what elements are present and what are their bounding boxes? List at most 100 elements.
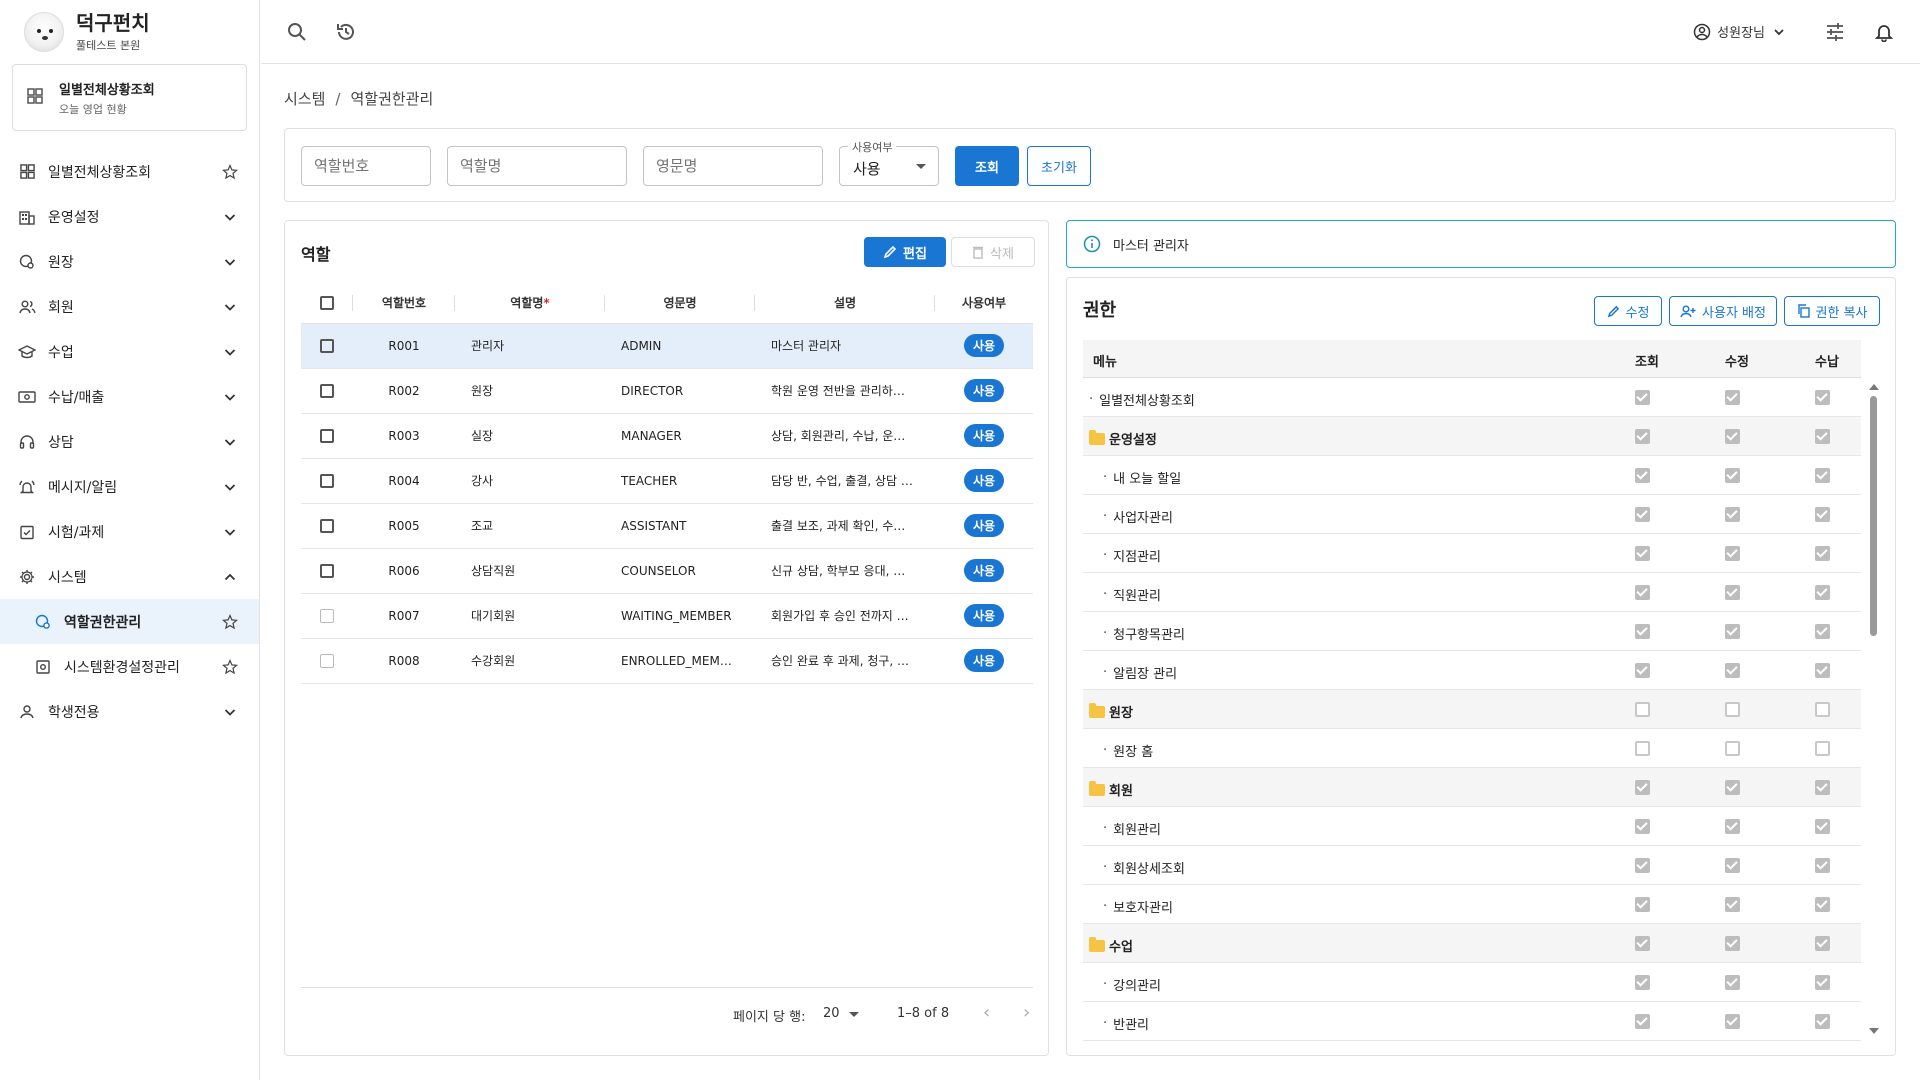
search-button[interactable]: 조회 xyxy=(955,146,1019,186)
table-row[interactable]: R002 원장 DIRECTOR 학원 운영 전반을 관리하… 사용 xyxy=(301,368,1033,414)
edit-checkbox[interactable] xyxy=(1725,429,1740,444)
pay-checkbox[interactable] xyxy=(1815,702,1830,717)
edit-checkbox[interactable] xyxy=(1725,1014,1740,1029)
table-row[interactable]: R006 상담직원 COUNSELOR 신규 상담, 학부모 응대, … 사용 xyxy=(301,548,1033,594)
sidebar-item[interactable]: 수업 xyxy=(0,329,259,374)
tune-icon[interactable] xyxy=(1823,20,1847,44)
sidebar-item[interactable]: 수납/매출 xyxy=(0,374,259,419)
star-icon[interactable] xyxy=(221,163,239,181)
view-checkbox[interactable] xyxy=(1635,936,1650,951)
row-checkbox[interactable] xyxy=(320,608,334,623)
sidebar-item[interactable]: 일별전체상황조회 xyxy=(0,149,259,194)
view-checkbox[interactable] xyxy=(1635,624,1650,639)
sidebar-item[interactable]: 원장 xyxy=(0,239,259,284)
table-row[interactable]: R004 강사 TEACHER 담당 반, 수업, 출결, 상담 … 사용 xyxy=(301,458,1033,504)
col-use[interactable]: 사용여부 xyxy=(962,296,1006,310)
view-checkbox[interactable] xyxy=(1635,429,1650,444)
sidebar-item[interactable]: 회원 xyxy=(0,284,259,329)
view-checkbox[interactable] xyxy=(1635,819,1650,834)
view-checkbox[interactable] xyxy=(1635,663,1650,678)
pay-checkbox[interactable] xyxy=(1815,936,1830,951)
table-row[interactable]: R003 실장 MANAGER 상담, 회원관리, 수납, 운… 사용 xyxy=(301,413,1033,459)
edit-checkbox[interactable] xyxy=(1725,390,1740,405)
row-checkbox[interactable] xyxy=(320,383,334,398)
pay-checkbox[interactable] xyxy=(1815,663,1830,678)
edit-checkbox[interactable] xyxy=(1725,546,1740,561)
edit-checkbox[interactable] xyxy=(1725,897,1740,912)
pay-checkbox[interactable] xyxy=(1815,390,1830,405)
edit-checkbox[interactable] xyxy=(1725,468,1740,483)
select-all-checkbox[interactable] xyxy=(320,296,334,310)
notification-bell-icon[interactable] xyxy=(1872,20,1896,44)
edit-checkbox[interactable] xyxy=(1725,663,1740,678)
sidebar-item[interactable]: 시험/과제 xyxy=(0,509,259,554)
view-checkbox[interactable] xyxy=(1635,507,1650,522)
view-checkbox[interactable] xyxy=(1635,390,1650,405)
pay-checkbox[interactable] xyxy=(1815,624,1830,639)
row-checkbox[interactable] xyxy=(320,338,334,353)
pay-checkbox[interactable] xyxy=(1815,975,1830,990)
pay-checkbox[interactable] xyxy=(1815,585,1830,600)
row-checkbox[interactable] xyxy=(320,653,334,668)
edit-checkbox[interactable] xyxy=(1725,741,1740,756)
breadcrumb-root[interactable]: 시스템 xyxy=(284,90,325,108)
pay-checkbox[interactable] xyxy=(1815,897,1830,912)
col-role-name[interactable]: 역할명 xyxy=(510,296,543,310)
edit-checkbox[interactable] xyxy=(1725,780,1740,795)
brand[interactable]: 덕구펀치 풀테스트 본원 xyxy=(0,0,259,64)
view-checkbox[interactable] xyxy=(1635,975,1650,990)
role-no-input[interactable] xyxy=(301,146,431,186)
sidebar-item[interactable]: 메시지/알림 xyxy=(0,464,259,509)
pay-checkbox[interactable] xyxy=(1815,546,1830,561)
edit-checkbox[interactable] xyxy=(1725,858,1740,873)
view-checkbox[interactable] xyxy=(1635,858,1650,873)
pay-checkbox[interactable] xyxy=(1815,819,1830,834)
scrollbar-thumb[interactable] xyxy=(1870,396,1877,636)
view-checkbox[interactable] xyxy=(1635,741,1650,756)
sidebar-item[interactable]: 학생전용 xyxy=(0,689,259,734)
col-description[interactable]: 설명 xyxy=(834,296,856,310)
pay-checkbox[interactable] xyxy=(1815,507,1830,522)
use-select[interactable]: 사용여부 사용 xyxy=(839,139,939,186)
scroll-down-icon[interactable] xyxy=(1869,1028,1879,1034)
pay-checkbox[interactable] xyxy=(1815,780,1830,795)
user-menu[interactable]: 성원장님 xyxy=(1693,22,1793,41)
col-eng-name[interactable]: 영문명 xyxy=(663,296,696,310)
edit-checkbox[interactable] xyxy=(1725,624,1740,639)
rows-per-page-select[interactable]: 20 xyxy=(823,1006,840,1021)
eng-name-input[interactable] xyxy=(643,146,823,186)
view-checkbox[interactable] xyxy=(1635,1014,1650,1029)
history-icon[interactable] xyxy=(334,20,358,44)
reset-button[interactable]: 초기화 xyxy=(1027,146,1091,186)
row-checkbox[interactable] xyxy=(320,428,334,443)
sidebar-item[interactable]: 운영설정 xyxy=(0,194,259,239)
view-checkbox[interactable] xyxy=(1635,585,1650,600)
quick-card[interactable]: 일별전체상황조회 오늘 영업 현황 xyxy=(12,64,247,131)
row-checkbox[interactable] xyxy=(320,473,334,488)
view-checkbox[interactable] xyxy=(1635,780,1650,795)
col-role-no[interactable]: 역할번호 xyxy=(382,296,426,310)
view-checkbox[interactable] xyxy=(1635,468,1650,483)
sidebar-item[interactable]: 시스템 xyxy=(0,554,259,599)
sidebar-item[interactable]: 역할권한관리 xyxy=(0,599,259,644)
edit-button[interactable]: 편집 xyxy=(864,237,946,267)
copy-permission-button[interactable]: 권한 복사 xyxy=(1784,296,1880,326)
chevron-left-icon[interactable]: ‹ xyxy=(983,1002,990,1023)
pay-checkbox[interactable] xyxy=(1815,1014,1830,1029)
edit-checkbox[interactable] xyxy=(1725,507,1740,522)
table-row[interactable]: R008 수강회원 ENROLLED_MEM… 승인 완료 후 과제, 청구, … 사용 xyxy=(301,638,1033,684)
edit-checkbox[interactable] xyxy=(1725,975,1740,990)
view-checkbox[interactable] xyxy=(1635,546,1650,561)
view-checkbox[interactable] xyxy=(1635,702,1650,717)
star-icon[interactable] xyxy=(221,658,239,676)
perm-edit-button[interactable]: 수정 xyxy=(1594,296,1662,326)
pay-checkbox[interactable] xyxy=(1815,468,1830,483)
pay-checkbox[interactable] xyxy=(1815,429,1830,444)
table-row[interactable]: R007 대기회원 WAITING_MEMBER 회원가입 후 승인 전까지 … 사용 xyxy=(301,593,1033,639)
edit-checkbox[interactable] xyxy=(1725,936,1740,951)
scroll-up-icon[interactable] xyxy=(1869,384,1879,390)
delete-button[interactable]: 삭제 xyxy=(951,237,1035,267)
row-checkbox[interactable] xyxy=(320,518,334,533)
row-checkbox[interactable] xyxy=(320,563,334,578)
pay-checkbox[interactable] xyxy=(1815,741,1830,756)
